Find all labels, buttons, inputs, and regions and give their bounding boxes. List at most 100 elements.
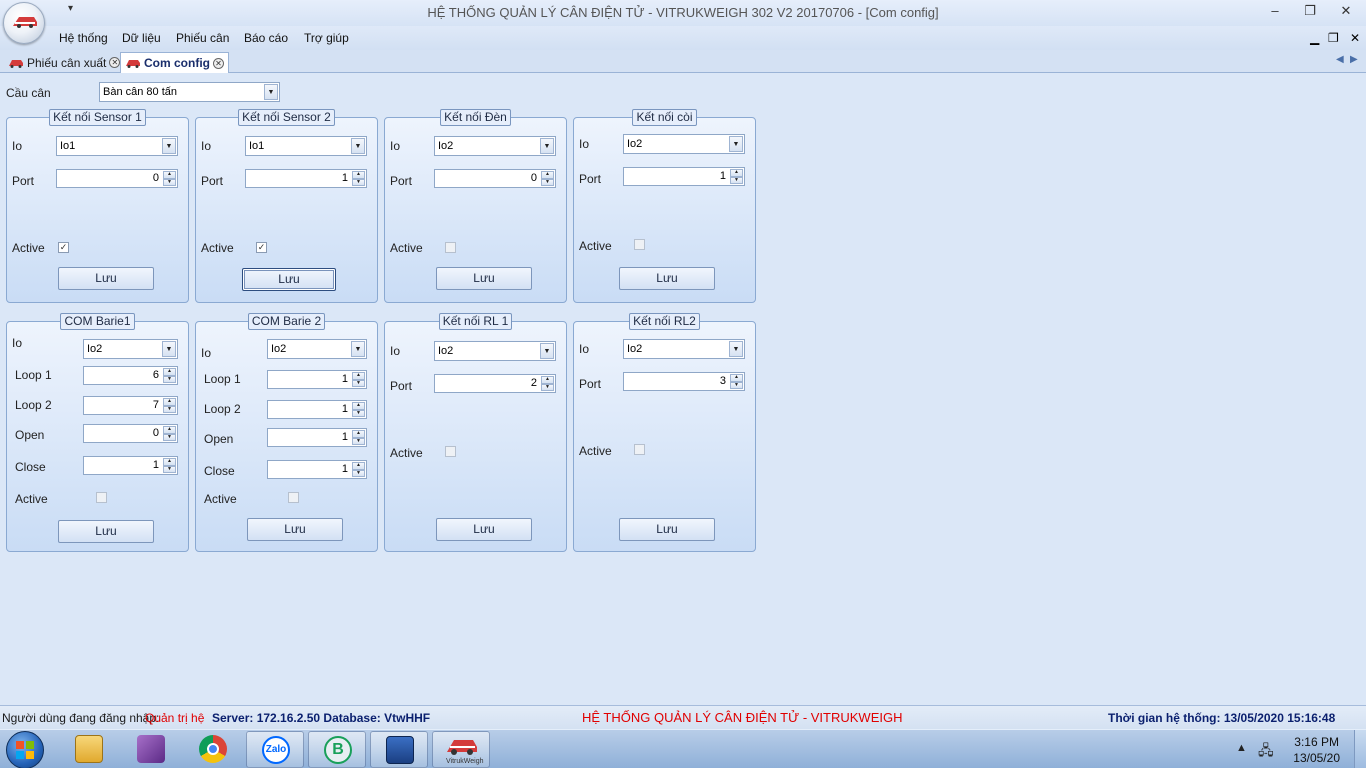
spin-up-icon[interactable]: ▲: [352, 430, 365, 438]
taskbar-zalo[interactable]: Zalo: [246, 731, 304, 768]
spin-down-icon[interactable]: ▼: [541, 383, 554, 391]
restore-button[interactable]: ❐: [1295, 2, 1325, 22]
taskbar-vitrukweigh[interactable]: VitrukWeigh: [432, 731, 490, 768]
menu-phieu-can[interactable]: Phiếu cân: [176, 31, 229, 45]
active-checkbox[interactable]: [288, 492, 299, 503]
spin-down-icon[interactable]: ▼: [730, 381, 743, 389]
spin-up-icon[interactable]: ▲: [163, 171, 176, 179]
save-button[interactable]: Lưu: [619, 518, 715, 541]
chevron-down-icon[interactable]: ▼: [351, 341, 365, 357]
spin-down-icon[interactable]: ▼: [163, 375, 176, 383]
port-stepper[interactable]: 0 ▲ ▼: [434, 169, 556, 188]
loop1-stepper[interactable]: 6 ▲ ▼: [83, 366, 178, 385]
spin-up-icon[interactable]: ▲: [352, 462, 365, 470]
tab-close-icon[interactable]: ✕: [109, 57, 121, 68]
loop2-stepper[interactable]: 1 ▲ ▼: [267, 400, 367, 419]
save-button[interactable]: Lưu: [247, 518, 343, 541]
save-button[interactable]: Lưu: [436, 267, 532, 290]
close-stepper[interactable]: 1 ▲ ▼: [83, 456, 178, 475]
tab-phieu-can-xuat[interactable]: Phiếu cân xuất ✕: [4, 52, 124, 73]
spin-down-icon[interactable]: ▼: [730, 176, 743, 184]
taskbar-b-app[interactable]: B: [308, 731, 366, 768]
tray-expand-icon[interactable]: ▲: [1236, 742, 1247, 754]
port-stepper[interactable]: 3 ▲ ▼: [623, 372, 745, 391]
taskbar-onenote[interactable]: [122, 731, 180, 768]
open-stepper[interactable]: 0 ▲ ▼: [83, 424, 178, 443]
port-stepper[interactable]: 0 ▲ ▼: [56, 169, 178, 188]
spin-up-icon[interactable]: ▲: [163, 458, 176, 466]
active-checkbox[interactable]: [634, 239, 645, 250]
spin-up-icon[interactable]: ▲: [352, 402, 365, 410]
spin-up-icon[interactable]: ▲: [352, 372, 365, 380]
io-combo[interactable]: Io2 ▼: [434, 136, 556, 156]
io-combo[interactable]: Io2 ▼: [434, 341, 556, 361]
save-button[interactable]: Lưu: [242, 268, 336, 291]
chevron-down-icon[interactable]: ▼: [729, 341, 743, 357]
mdi-restore-button[interactable]: ❐: [1328, 31, 1339, 45]
io-combo[interactable]: Io2 ▼: [83, 339, 178, 359]
menu-tro-giup[interactable]: Trợ giúp: [304, 31, 349, 45]
menu-du-lieu[interactable]: Dữ liệu: [122, 31, 161, 45]
taskbar-chrome[interactable]: [184, 731, 242, 768]
active-checkbox[interactable]: [634, 444, 645, 455]
spin-up-icon[interactable]: ▲: [730, 374, 743, 382]
close-button[interactable]: ✕: [1331, 2, 1361, 22]
tab-scroll-right-icon[interactable]: ▶: [1350, 54, 1358, 65]
chevron-down-icon[interactable]: ▼: [540, 343, 554, 359]
chevron-down-icon[interactable]: ▼: [540, 138, 554, 154]
tab-com-config[interactable]: Com config ✕: [120, 52, 229, 73]
spin-up-icon[interactable]: ▲: [163, 426, 176, 434]
chevron-down-icon[interactable]: ▼: [351, 138, 365, 154]
network-icon[interactable]: 🖧: [1258, 740, 1274, 764]
io-combo[interactable]: Io1 ▼: [245, 136, 367, 156]
io-combo[interactable]: Io1 ▼: [56, 136, 178, 156]
spin-down-icon[interactable]: ▼: [352, 379, 365, 387]
loop1-stepper[interactable]: 1 ▲ ▼: [267, 370, 367, 389]
save-button[interactable]: Lưu: [436, 518, 532, 541]
clock[interactable]: 3:16 PM 13/05/20: [1293, 734, 1340, 766]
spin-up-icon[interactable]: ▲: [163, 368, 176, 376]
io-combo[interactable]: Io2 ▼: [623, 134, 745, 154]
close-stepper[interactable]: 1 ▲ ▼: [267, 460, 367, 479]
spin-up-icon[interactable]: ▲: [352, 171, 365, 179]
spin-down-icon[interactable]: ▼: [163, 178, 176, 186]
spin-down-icon[interactable]: ▼: [352, 469, 365, 477]
spin-down-icon[interactable]: ▼: [352, 178, 365, 186]
chevron-down-icon[interactable]: ▼: [162, 341, 176, 357]
menu-bao-cao[interactable]: Báo cáo: [244, 31, 288, 45]
spin-down-icon[interactable]: ▼: [352, 409, 365, 417]
active-checkbox[interactable]: [445, 446, 456, 457]
io-combo[interactable]: Io2 ▼: [267, 339, 367, 359]
spin-up-icon[interactable]: ▲: [541, 376, 554, 384]
mdi-minimize-button[interactable]: ▁: [1310, 31, 1319, 45]
port-stepper[interactable]: 1 ▲ ▼: [623, 167, 745, 186]
io-combo[interactable]: Io2 ▼: [623, 339, 745, 359]
chevron-down-icon[interactable]: ▼: [162, 138, 176, 154]
spin-down-icon[interactable]: ▼: [352, 437, 365, 445]
active-checkbox[interactable]: [445, 242, 456, 253]
tab-scroll-left-icon[interactable]: ◀: [1336, 54, 1344, 65]
spin-up-icon[interactable]: ▲: [541, 171, 554, 179]
port-stepper[interactable]: 1 ▲ ▼: [245, 169, 367, 188]
taskbar-explorer[interactable]: [60, 731, 118, 768]
spin-down-icon[interactable]: ▼: [163, 433, 176, 441]
open-stepper[interactable]: 1 ▲ ▼: [267, 428, 367, 447]
chevron-down-icon[interactable]: ▼: [264, 84, 278, 100]
spin-up-icon[interactable]: ▲: [163, 398, 176, 406]
start-button[interactable]: [6, 731, 44, 768]
save-button[interactable]: Lưu: [58, 267, 154, 290]
tab-close-icon[interactable]: ✕: [213, 57, 224, 69]
save-button[interactable]: Lưu: [58, 520, 154, 543]
scale-combo[interactable]: Bàn cân 80 tấn ▼: [99, 82, 280, 102]
mdi-close-button[interactable]: ✕: [1350, 31, 1360, 45]
spin-down-icon[interactable]: ▼: [163, 405, 176, 413]
app-menu-button[interactable]: [3, 2, 45, 44]
taskbar-remote-desktop[interactable]: [370, 731, 428, 768]
menu-he-thong[interactable]: Hệ thống: [59, 31, 108, 45]
active-checkbox[interactable]: ✓: [256, 242, 267, 253]
active-checkbox[interactable]: [96, 492, 107, 503]
chevron-down-icon[interactable]: ▼: [729, 136, 743, 152]
spin-down-icon[interactable]: ▼: [163, 465, 176, 473]
loop2-stepper[interactable]: 7 ▲ ▼: [83, 396, 178, 415]
minimize-button[interactable]: –: [1260, 2, 1290, 22]
